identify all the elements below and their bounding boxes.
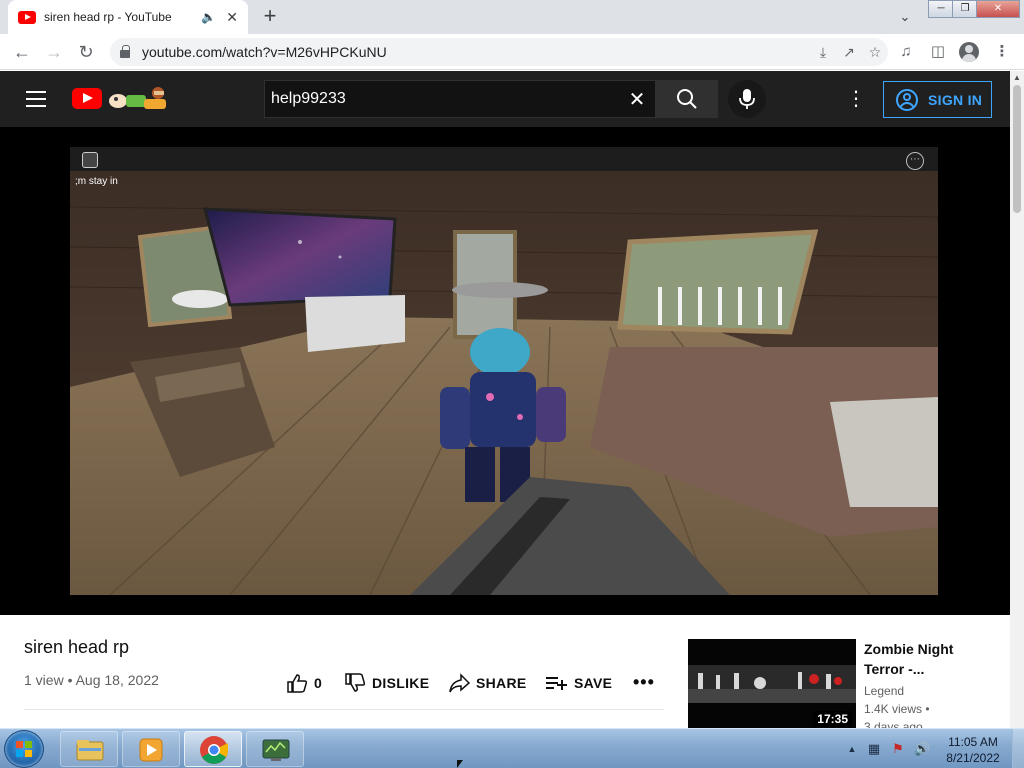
settings-more-icon[interactable]: ⋮ — [846, 88, 866, 110]
search-icon — [677, 89, 697, 109]
search-box[interactable]: ✕ — [264, 80, 656, 118]
action-center-flag-icon[interactable]: ⚑ — [890, 741, 906, 757]
dislike-button[interactable]: DISLIKE — [344, 668, 429, 698]
add-to-playlist-icon — [546, 677, 567, 690]
roblox-logo-icon — [82, 152, 98, 168]
folder-icon — [76, 740, 104, 761]
share-arrow-icon — [449, 673, 470, 693]
window-close-button[interactable]: ✕ — [976, 0, 1020, 18]
media-player-icon — [139, 738, 163, 762]
doodle-logo[interactable] — [104, 85, 174, 113]
browser-toolbar: ← → ↻ youtube.com/watch?v=M26vHPCKuNU ⤓ … — [0, 34, 1024, 70]
sign-in-label: SIGN IN — [928, 91, 983, 108]
clock-date: 8/21/2022 — [946, 751, 1000, 765]
save-button[interactable]: SAVE — [544, 668, 612, 698]
media-control-icon[interactable]: ♫ — [894, 40, 918, 64]
video-meta: 1 view • Aug 18, 2022 — [24, 672, 159, 688]
windows-taskbar: ▲ ▦ ⚑ 🔊 11:05 AM 8/21/2022 — [0, 728, 1024, 768]
windows-logo-icon — [16, 741, 33, 758]
system-clock[interactable]: 11:05 AM 8/21/2022 — [942, 734, 1004, 766]
page-scrollbar[interactable]: ▲ — [1010, 71, 1024, 728]
roblox-menu-icon: ⋯ — [906, 152, 924, 170]
network-tray-icon[interactable]: ▦ — [866, 741, 882, 757]
share-icon[interactable]: ↗ — [836, 44, 862, 61]
dislike-label: DISLIKE — [372, 675, 430, 691]
reload-icon[interactable]: ↻ — [74, 40, 98, 64]
address-bar[interactable]: youtube.com/watch?v=M26vHPCKuNU ⤓ ↗ ☆ — [110, 38, 888, 66]
mouse-cursor — [457, 760, 463, 768]
microphone-icon — [739, 89, 755, 109]
hamburger-menu-icon[interactable] — [26, 91, 46, 107]
browser-tab-strip: siren head rp - YouTube 🔈 ✕ + ⌄ ─ ❐ ✕ — [0, 0, 1024, 34]
taskbar-chrome-button[interactable] — [184, 731, 242, 767]
taskbar-explorer-button[interactable] — [60, 731, 118, 767]
show-desktop-button[interactable] — [1012, 729, 1024, 768]
install-icon[interactable]: ⤓ — [810, 44, 836, 61]
clear-search-icon[interactable]: ✕ — [619, 87, 655, 112]
scroll-up-arrow-icon[interactable]: ▲ — [1010, 71, 1024, 85]
volume-icon[interactable]: 🔊 — [914, 741, 930, 757]
section-divider — [24, 709, 664, 710]
back-arrow-icon[interactable]: ← — [10, 40, 34, 64]
chrome-icon — [200, 736, 228, 764]
side-panel-icon[interactable]: ◫ — [926, 40, 950, 64]
recommendation-title[interactable]: Zombie Night Terror -... — [864, 639, 984, 679]
bookmark-star-icon[interactable]: ☆ — [862, 44, 888, 61]
minimize-button[interactable]: ─ — [928, 0, 954, 18]
thumbs-up-icon — [287, 674, 308, 693]
thumbs-down-icon — [345, 673, 366, 692]
scrollbar-thumb[interactable] — [1013, 85, 1021, 213]
share-label: SHARE — [476, 675, 527, 691]
game-chat-text: ;m stay in — [75, 176, 118, 187]
forward-arrow-icon[interactable]: → — [42, 40, 66, 64]
video-player[interactable]: ;m stay in ⋯ — [70, 147, 938, 595]
account-icon — [896, 88, 918, 111]
tab-close-icon[interactable]: ✕ — [226, 9, 238, 26]
recommendation-thumbnail[interactable]: 17:35 — [688, 639, 856, 729]
new-tab-button[interactable]: + — [258, 5, 282, 29]
start-button[interactable] — [4, 730, 44, 768]
tray-expand-arrow-icon[interactable]: ▲ — [844, 741, 860, 757]
browser-menu-icon[interactable]: ⋮ — [990, 40, 1014, 64]
video-title: siren head rp — [24, 637, 130, 657]
video-duration-badge: 17:35 — [813, 711, 852, 727]
restore-button[interactable]: ❐ — [952, 0, 978, 18]
taskbar-network-tool-button[interactable] — [246, 731, 304, 767]
voice-search-button[interactable] — [728, 80, 766, 118]
video-frame — [70, 147, 938, 595]
search-button[interactable] — [656, 80, 718, 118]
recommendation-views: 1.4K views • — [864, 702, 930, 716]
profile-avatar-icon[interactable] — [959, 42, 979, 62]
youtube-logo[interactable] — [72, 88, 102, 109]
browser-tab[interactable]: siren head rp - YouTube 🔈 ✕ — [8, 0, 248, 34]
speaker-icon[interactable]: 🔈 — [201, 10, 216, 24]
tab-search-chevron-icon[interactable]: ⌄ — [894, 6, 916, 28]
youtube-favicon-icon — [18, 10, 36, 24]
lock-icon[interactable] — [120, 45, 130, 58]
network-monitor-icon — [262, 739, 290, 761]
share-button[interactable]: SHARE — [448, 668, 527, 698]
sign-in-button[interactable]: SIGN IN — [883, 81, 992, 118]
like-count: 0 — [314, 675, 323, 691]
save-label: SAVE — [574, 675, 613, 691]
address-url[interactable]: youtube.com/watch?v=M26vHPCKuNU — [142, 44, 810, 60]
youtube-masthead: ✕ ⋮ SIGN IN — [0, 71, 1010, 127]
search-input[interactable] — [271, 90, 619, 108]
taskbar-media-player-button[interactable] — [122, 731, 180, 767]
more-actions-button[interactable]: ••• — [633, 672, 655, 693]
recommendation-channel[interactable]: Legend — [864, 684, 904, 698]
tab-title: siren head rp - YouTube — [44, 10, 172, 24]
like-button[interactable]: 0 — [286, 668, 322, 698]
clock-time: 11:05 AM — [948, 735, 998, 749]
